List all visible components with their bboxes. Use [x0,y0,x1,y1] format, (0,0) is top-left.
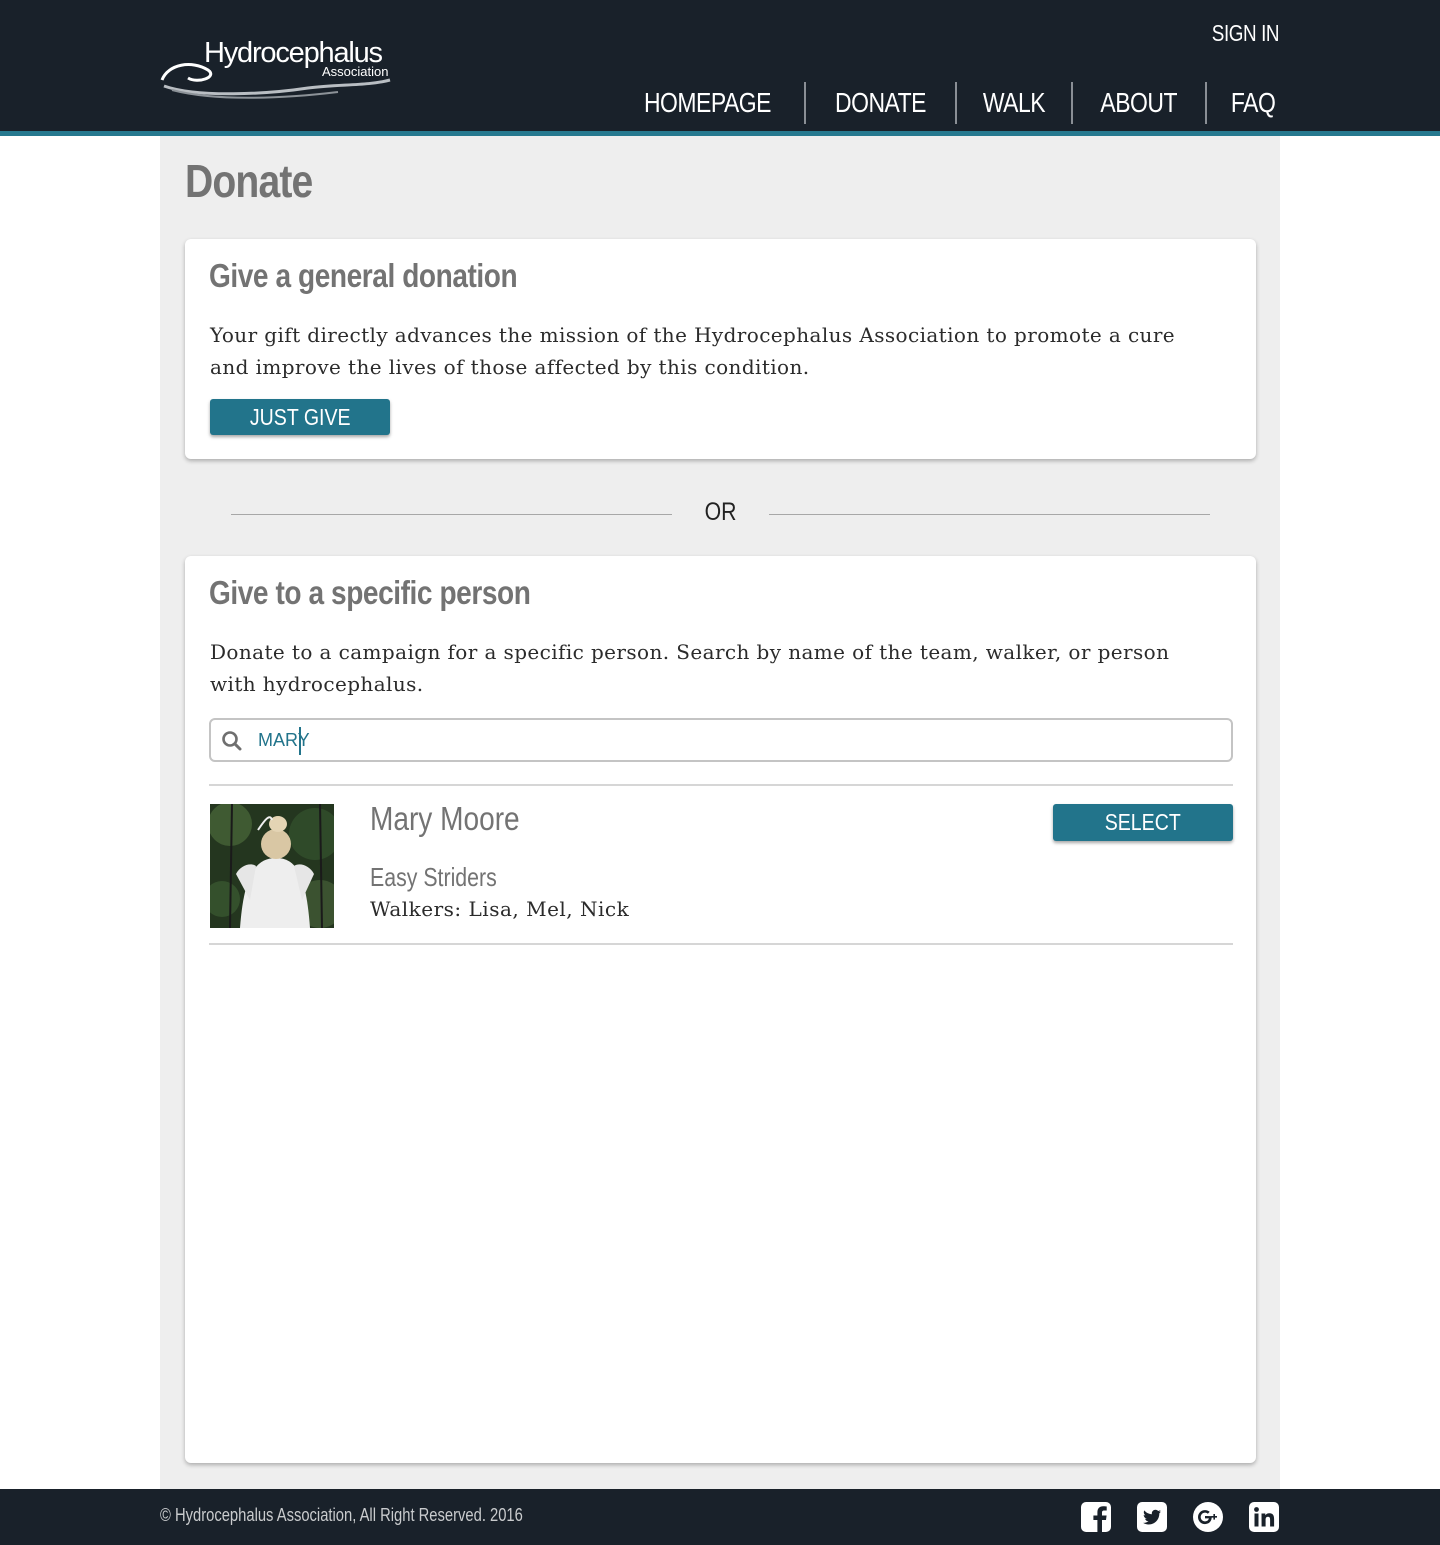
just-give-label: JUST GIVE [249,404,351,430]
page-title: Donate [185,155,313,207]
site-header: Hydrocephalus Association SIGN IN HOMEPA… [0,0,1440,133]
nav-item-faq[interactable]: FAQ [1204,82,1280,124]
search-field[interactable] [209,718,1233,762]
results-bottom-divider [209,943,1233,945]
result-team: Easy Striders [370,862,497,892]
nav-item-walk[interactable]: WALK [955,82,1071,124]
nav-item-about[interactable]: ABOUT [1071,82,1204,124]
result-walkers: Walkers: Lisa, Mel, Nick [370,897,630,921]
nav-item-label: WALK [983,87,1046,118]
select-label: SELECT [1104,809,1182,835]
google-plus-icon[interactable] [1192,1501,1224,1533]
specific-person-text: Donate to a campaign for a specific pers… [210,640,1170,696]
main-nav: HOMEPAGE DONATE WALK ABOUT FAQ [611,82,1280,124]
separator-line-right [769,514,1210,515]
nav-item-label: DONATE [835,87,927,118]
select-button[interactable]: SELECT [1053,804,1233,841]
just-give-button[interactable]: JUST GIVE [210,399,390,435]
separator-line-left [231,514,672,515]
linkedin-icon[interactable] [1248,1501,1280,1533]
sign-in-link[interactable]: SIGN IN [1212,20,1280,47]
search-input[interactable] [258,724,1218,756]
general-donation-text: Your gift directly advances the mission … [210,323,1176,379]
logo-subtext: Association [322,64,389,79]
nav-item-label: HOMEPAGE [644,87,772,118]
specific-person-card: Give to a specific person Donate to a ca… [185,556,1256,1463]
child-on-swing-photo-icon [210,804,334,928]
or-separator: OR [231,494,1210,534]
specific-person-title: Give to a specific person [209,574,531,611]
nav-item-homepage[interactable]: HOMEPAGE [611,82,804,124]
twitter-icon[interactable] [1136,1501,1168,1533]
site-footer: © Hydrocephalus Association, All Right R… [0,1489,1440,1545]
nav-item-label: FAQ [1230,87,1276,118]
general-donation-card: Give a general donation Your gift direct… [185,239,1256,459]
social-links [1080,1501,1280,1533]
copyright-text: © Hydrocephalus Association, All Right R… [160,1505,523,1525]
result-photo [210,804,334,928]
nav-item-donate[interactable]: DONATE [804,82,955,124]
text-cursor [299,727,301,755]
nav-item-label: ABOUT [1100,87,1178,118]
results-top-divider [209,784,1233,786]
facebook-icon[interactable] [1080,1501,1112,1533]
result-name: Mary Moore [370,800,520,837]
logo[interactable]: Hydrocephalus Association [158,36,394,100]
main-content: Donate Give a general donation Your gift… [160,136,1280,1489]
search-icon [222,731,242,751]
or-label: OR [704,498,737,526]
general-donation-title: Give a general donation [209,257,518,294]
